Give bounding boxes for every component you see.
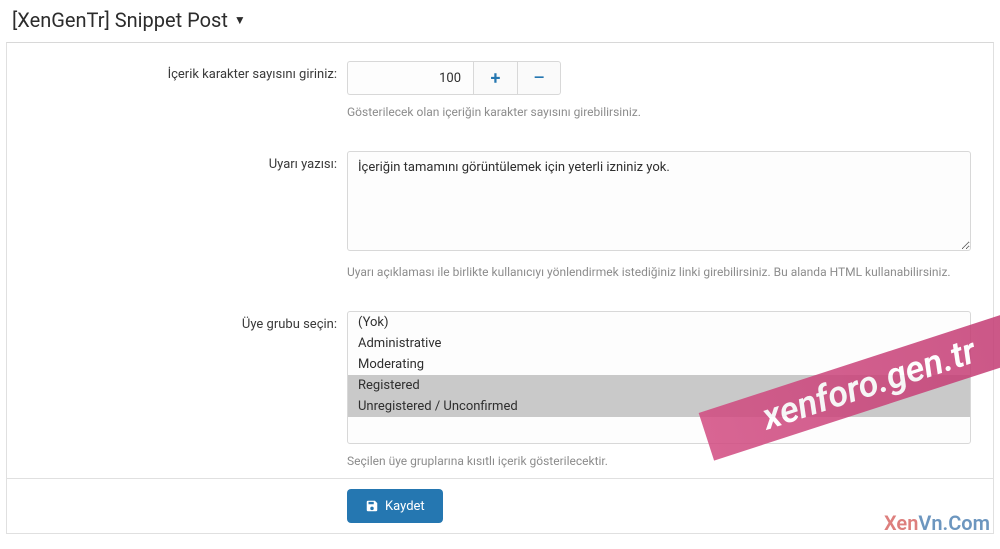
page-title-container[interactable]: [XenGenTr] Snippet Post ▼: [0, 0, 1000, 40]
groups-help: Seçilen üye gruplarına kısıtlı içerik gö…: [347, 454, 971, 468]
warning-label: Uyarı yazısı:: [7, 151, 347, 279]
caret-down-icon: ▼: [234, 13, 246, 27]
groups-label: Üye grubu seçin:: [7, 311, 347, 468]
decrement-button[interactable]: −: [517, 61, 561, 95]
increment-button[interactable]: +: [473, 61, 517, 95]
warning-textarea[interactable]: [347, 151, 971, 251]
char-count-stepper: + −: [347, 61, 971, 95]
group-option[interactable]: Moderating: [348, 354, 970, 375]
plus-icon: +: [491, 68, 501, 89]
char-count-label: İçerik karakter sayısını giriniz:: [7, 61, 347, 119]
char-count-help: Gösterilecek olan içeriğin karakter sayı…: [347, 105, 971, 119]
row-groups: Üye grubu seçin: (Yok)AdministrativeMode…: [7, 289, 993, 478]
save-button[interactable]: Kaydet: [347, 489, 443, 523]
page-title: [XenGenTr] Snippet Post: [12, 8, 228, 32]
save-icon: [365, 499, 379, 513]
group-option[interactable]: Administrative: [348, 333, 970, 354]
group-option[interactable]: (Yok): [348, 312, 970, 333]
save-button-label: Kaydet: [385, 499, 425, 514]
groups-multiselect[interactable]: (Yok)AdministrativeModeratingRegisteredU…: [347, 311, 971, 444]
row-char-count: İçerik karakter sayısını giriniz: + − Gö…: [7, 43, 993, 129]
char-count-input[interactable]: [347, 61, 473, 95]
warning-help: Uyarı açıklaması ile birlikte kullanıcıy…: [347, 265, 971, 279]
minus-icon: −: [533, 66, 546, 91]
row-warning: Uyarı yazısı: Uyarı açıklaması ile birli…: [7, 129, 993, 289]
form-container: İçerik karakter sayısını giriniz: + − Gö…: [6, 42, 994, 534]
group-option[interactable]: Registered: [348, 375, 970, 396]
submit-bar: Kaydet: [7, 478, 993, 533]
group-option[interactable]: Unregistered / Unconfirmed: [348, 396, 970, 417]
